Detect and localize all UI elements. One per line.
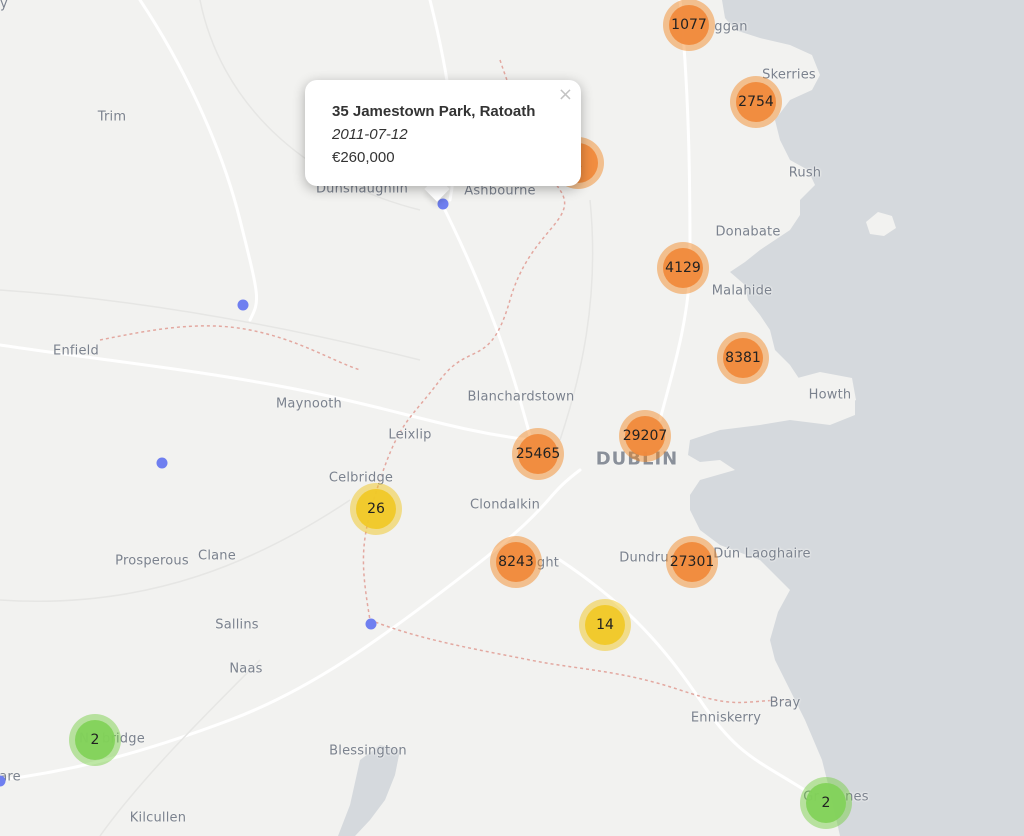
cluster-marker-26[interactable]: 26 bbox=[350, 483, 402, 535]
place-label-blanchardstown: Blanchardstown bbox=[467, 389, 575, 405]
property-popup: × 35 Jamestown Park, Ratoath 2011-07-12 … bbox=[305, 80, 581, 186]
cluster-count: 26 bbox=[356, 489, 396, 529]
cluster-count: 27301 bbox=[670, 542, 714, 582]
cluster-marker-8243[interactable]: 8243 bbox=[490, 536, 542, 588]
cluster-count: 2 bbox=[75, 720, 115, 760]
cluster-marker-14[interactable]: 14 bbox=[579, 599, 631, 651]
place-label-naas: Naas bbox=[229, 661, 263, 677]
place-label-clondalkin: Clondalkin bbox=[469, 497, 541, 513]
place-label-dun-laoghaire: Dún Laoghaire bbox=[713, 546, 811, 562]
place-label-rush: Rush bbox=[788, 165, 822, 181]
place-label-howth: Howth bbox=[808, 387, 852, 403]
place-label-sallins: Sallins bbox=[215, 617, 259, 633]
cluster-marker-2754[interactable]: 2754 bbox=[730, 76, 782, 128]
place-label-trim: Trim bbox=[97, 109, 127, 125]
property-point-marker[interactable] bbox=[365, 618, 377, 630]
cluster-count: 14 bbox=[585, 605, 625, 645]
cluster-count: 8381 bbox=[723, 338, 763, 378]
place-label-clane: Clane bbox=[198, 548, 236, 564]
place-label-top-left: y bbox=[0, 0, 8, 12]
place-label-leixlip: Leixlip bbox=[388, 427, 432, 443]
cluster-count: 4129 bbox=[663, 248, 703, 288]
cluster-count: 2 bbox=[806, 783, 846, 823]
reservoir bbox=[338, 745, 400, 836]
property-point-marker[interactable] bbox=[237, 299, 249, 311]
place-label-bray: Bray bbox=[769, 695, 801, 711]
cluster-marker-2-greystones[interactable]: 2 bbox=[800, 777, 852, 829]
place-label-blessington: Blessington bbox=[329, 743, 407, 759]
place-label-donabate: Donabate bbox=[715, 224, 781, 240]
cluster-count: 1077 bbox=[669, 5, 709, 45]
popup-content: 35 Jamestown Park, Ratoath 2011-07-12 €2… bbox=[332, 100, 535, 169]
popup-address: 35 Jamestown Park, Ratoath bbox=[332, 103, 536, 120]
place-label-maynooth: Maynooth bbox=[276, 396, 342, 412]
popup-sale-date: 2011-07-12 bbox=[332, 126, 408, 143]
popup-price: €260,000 bbox=[332, 149, 395, 166]
property-point-marker[interactable] bbox=[437, 198, 449, 210]
place-label-malahide: Malahide bbox=[711, 283, 773, 299]
place-label-prosperous: Prosperous bbox=[115, 553, 189, 569]
place-label-dundrum: Dundru bbox=[619, 550, 669, 566]
cluster-count: 8243 bbox=[496, 542, 536, 582]
cluster-marker-29207[interactable]: 29207 bbox=[619, 410, 671, 462]
cluster-marker-4129[interactable]: 4129 bbox=[657, 242, 709, 294]
place-label-balbriggan: ggan bbox=[714, 19, 748, 35]
property-point-marker[interactable] bbox=[156, 457, 168, 469]
place-label-enniskerry: Enniskerry bbox=[690, 710, 762, 726]
cluster-count: 25465 bbox=[516, 434, 560, 474]
cluster-count: 29207 bbox=[623, 416, 667, 456]
cluster-count: 2754 bbox=[736, 82, 776, 122]
cluster-marker-1077[interactable]: 1077 bbox=[663, 0, 715, 51]
cluster-marker-25465[interactable]: 25465 bbox=[512, 428, 564, 480]
place-label-kilcullen: Kilcullen bbox=[129, 810, 187, 826]
cluster-marker-2-newbridge[interactable]: 2 bbox=[69, 714, 121, 766]
place-label-enfield: Enfield bbox=[53, 343, 99, 359]
cluster-marker-8381[interactable]: 8381 bbox=[717, 332, 769, 384]
close-icon[interactable]: × bbox=[558, 86, 573, 104]
cluster-marker-27301[interactable]: 27301 bbox=[666, 536, 718, 588]
